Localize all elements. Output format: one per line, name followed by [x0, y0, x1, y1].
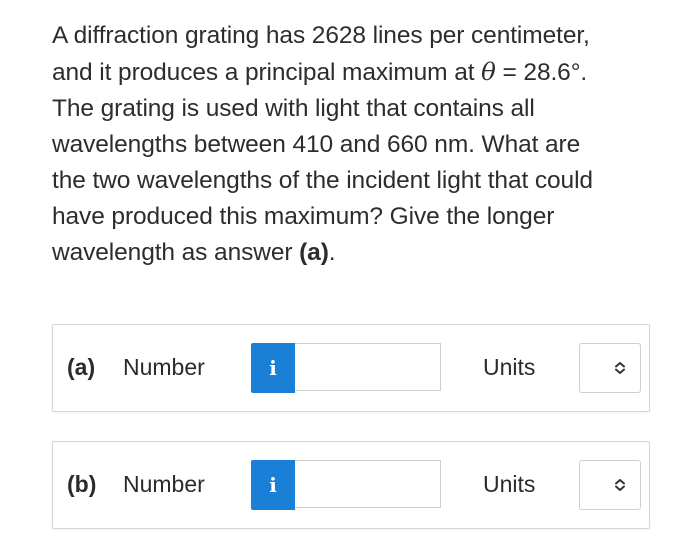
question-line: The grating is used with light that cont…: [52, 95, 535, 122]
answer-part-reference: (a): [299, 239, 329, 266]
units-label: Units: [483, 354, 536, 380]
question-line: A diffraction grating has 2628 lines per…: [52, 22, 590, 49]
question-line: have produced this maximum? Give the lon…: [52, 203, 555, 230]
info-button[interactable]: i: [251, 460, 295, 510]
question-line-text: wavelength as answer: [52, 239, 300, 266]
part-label: (a): [67, 354, 96, 380]
number-label: Number: [123, 354, 205, 380]
chevron-up-down-icon: [615, 362, 625, 374]
question-line-text: and it produces a principal maximum at: [52, 59, 482, 86]
info-button[interactable]: i: [251, 343, 295, 393]
question-page: A diffraction grating has 2628 lines per…: [0, 0, 700, 551]
number-label: Number: [123, 471, 205, 497]
units-dropdown-a[interactable]: [579, 343, 641, 393]
answer-row-b: (b) Number i Units: [52, 441, 650, 529]
chevron-up-down-icon: [615, 479, 625, 491]
question-line: the two wavelengths of the incident ligh…: [52, 167, 593, 194]
answer-row-a: (a) Number i Units: [52, 324, 650, 412]
number-input-b[interactable]: [295, 460, 441, 508]
info-icon: i: [269, 473, 277, 497]
question-line: wavelengths between 410 and 660 nm. What…: [52, 131, 581, 158]
info-icon: i: [269, 356, 277, 380]
units-label: Units: [483, 471, 536, 497]
question-line-text: = 28.6°.: [495, 59, 588, 86]
question-text: A diffraction grating has 2628 lines per…: [52, 18, 672, 271]
number-input-a[interactable]: [295, 343, 441, 391]
question-line: and it produces a principal maximum at θ…: [52, 54, 672, 91]
question-line: wavelength as answer (a).: [52, 235, 672, 271]
units-dropdown-b[interactable]: [579, 460, 641, 510]
part-label: (b): [67, 471, 97, 497]
theta-symbol: θ: [481, 57, 496, 86]
question-line-text: .: [328, 239, 336, 266]
